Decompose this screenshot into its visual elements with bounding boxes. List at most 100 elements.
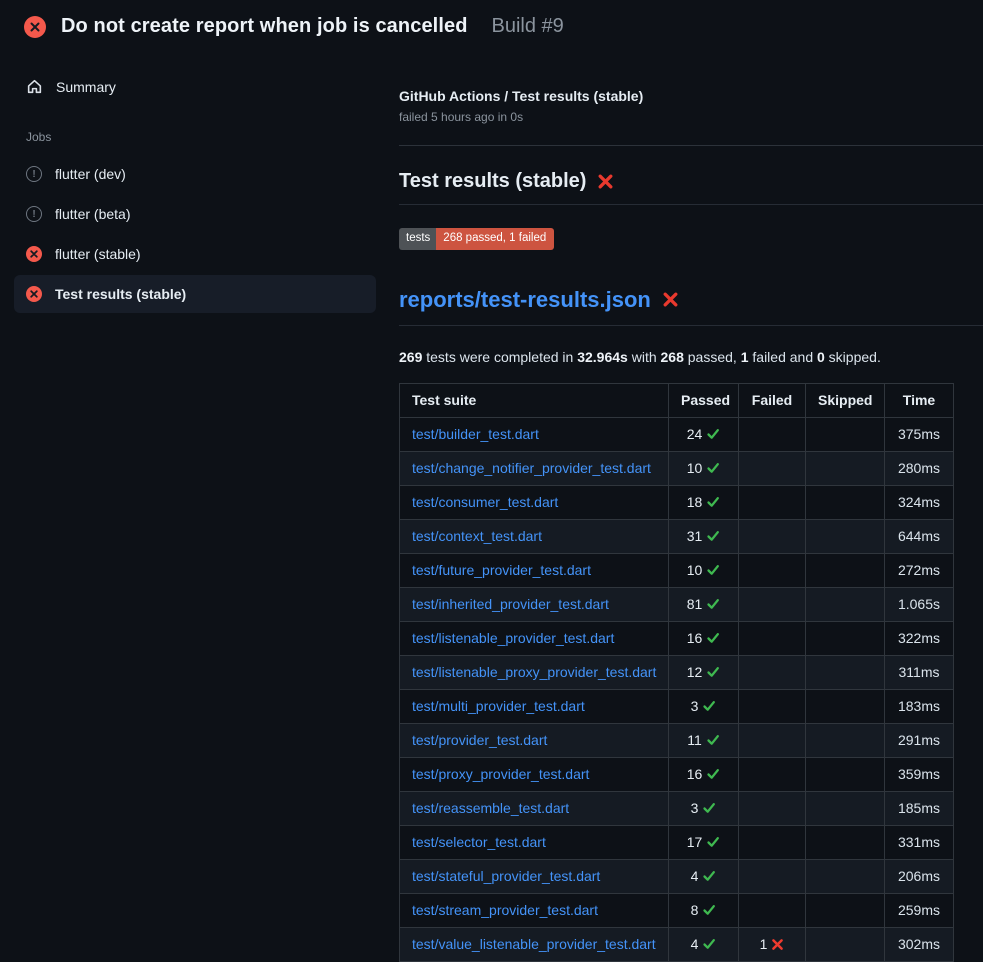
table-row: test/selector_test.dart 17 331ms xyxy=(400,825,954,859)
failed-status-icon xyxy=(26,246,42,262)
passed-value: 12 xyxy=(687,664,703,680)
build-results-page: Do not create report when job is cancell… xyxy=(0,0,983,950)
check-icon xyxy=(706,529,720,543)
summary-text-segment: tests were completed in xyxy=(422,349,577,365)
passed-value: 8 xyxy=(691,902,699,918)
time-value: 331ms xyxy=(885,825,954,859)
skipped-count: 0 xyxy=(817,349,825,365)
passed-value: 17 xyxy=(687,834,703,850)
duration-value: 32.964s xyxy=(577,349,628,365)
check-icon xyxy=(706,461,720,475)
time-value: 259ms xyxy=(885,893,954,927)
table-row: test/listenable_proxy_provider_test.dart… xyxy=(400,655,954,689)
passed-count: 268 xyxy=(661,349,684,365)
cancelled-status-icon: ! xyxy=(26,206,42,222)
time-value: 322ms xyxy=(885,621,954,655)
passed-value: 11 xyxy=(687,732,702,748)
report-file-link[interactable]: reports/test-results.json xyxy=(399,287,651,313)
column-header-test-suite: Test suite xyxy=(400,383,669,417)
passed-value: 24 xyxy=(687,426,703,442)
sidebar-job-item[interactable]: ! flutter (dev) xyxy=(14,155,376,193)
passed-value: 10 xyxy=(687,562,703,578)
badge-label: tests xyxy=(399,228,436,250)
page-title: Do not create report when job is cancell… xyxy=(61,15,468,38)
table-row: test/value_listenable_provider_test.dart… xyxy=(400,927,954,961)
test-suite-link[interactable]: test/stateful_provider_test.dart xyxy=(412,868,600,884)
table-row: test/proxy_provider_test.dart 16 359ms xyxy=(400,757,954,791)
test-suite-link[interactable]: test/proxy_provider_test.dart xyxy=(412,766,589,782)
summary-text-segment: passed, xyxy=(684,349,741,365)
report-heading: reports/test-results.json xyxy=(399,287,983,326)
table-row: test/multi_provider_test.dart 3 183ms xyxy=(400,689,954,723)
test-suite-link[interactable]: test/multi_provider_test.dart xyxy=(412,698,585,714)
test-suite-link[interactable]: test/change_notifier_provider_test.dart xyxy=(412,460,651,476)
test-suite-link[interactable]: test/listenable_proxy_provider_test.dart xyxy=(412,664,656,680)
time-value: 291ms xyxy=(885,723,954,757)
passed-value: 18 xyxy=(687,494,703,510)
test-suite-link[interactable]: test/context_test.dart xyxy=(412,528,542,544)
time-value: 185ms xyxy=(885,791,954,825)
passed-value: 16 xyxy=(687,766,703,782)
job-label: flutter (stable) xyxy=(55,246,141,262)
results-summary-sentence: 269 tests were completed in 32.964s with… xyxy=(399,349,983,365)
main-content: GitHub Actions / Test results (stable) f… xyxy=(390,50,983,962)
test-suite-link[interactable]: test/future_provider_test.dart xyxy=(412,562,591,578)
time-value: 280ms xyxy=(885,451,954,485)
sidebar-summary-label: Summary xyxy=(56,79,116,95)
home-icon xyxy=(26,78,43,95)
check-icon xyxy=(706,427,720,441)
column-header-passed: Passed xyxy=(669,383,739,417)
table-row: test/provider_test.dart 11 291ms xyxy=(400,723,954,757)
table-header-row: Test suite Passed Failed Skipped Time xyxy=(400,383,954,417)
passed-value: 16 xyxy=(687,630,703,646)
table-row: test/reassemble_test.dart 3 185ms xyxy=(400,791,954,825)
check-icon xyxy=(706,665,720,679)
cancelled-status-icon: ! xyxy=(26,166,42,182)
sidebar-item-summary[interactable]: Summary xyxy=(14,69,376,104)
table-row: test/change_notifier_provider_test.dart … xyxy=(400,451,954,485)
passed-value: 3 xyxy=(691,800,699,816)
total-count: 269 xyxy=(399,349,422,365)
passed-value: 4 xyxy=(691,868,699,884)
breadcrumb: GitHub Actions / Test results (stable) xyxy=(399,88,983,104)
sidebar-job-item[interactable]: ! Test results (stable) xyxy=(14,275,376,313)
summary-text-segment: skipped. xyxy=(825,349,881,365)
section-heading: Test results (stable) xyxy=(399,170,983,205)
time-value: 206ms xyxy=(885,859,954,893)
check-icon xyxy=(702,937,716,951)
table-row: test/stateful_provider_test.dart 4 206ms xyxy=(400,859,954,893)
table-row: test/future_provider_test.dart 10 272ms xyxy=(400,553,954,587)
test-suite-link[interactable]: test/listenable_provider_test.dart xyxy=(412,630,614,646)
table-row: test/listenable_provider_test.dart 16 32… xyxy=(400,621,954,655)
sidebar: Summary Jobs ! flutter (dev) ! flutter (… xyxy=(0,50,390,315)
time-value: 324ms xyxy=(885,485,954,519)
column-header-failed: Failed xyxy=(739,383,806,417)
test-suite-link[interactable]: test/builder_test.dart xyxy=(412,426,539,442)
time-value: 302ms xyxy=(885,927,954,961)
passed-value: 81 xyxy=(687,596,703,612)
check-icon xyxy=(702,903,716,917)
time-value: 183ms xyxy=(885,689,954,723)
test-suite-link[interactable]: test/stream_provider_test.dart xyxy=(412,902,598,918)
jobs-list: ! flutter (dev) ! flutter (beta) ! flutt… xyxy=(0,155,390,313)
passed-value: 31 xyxy=(687,528,703,544)
check-icon xyxy=(702,801,716,815)
job-label: Test results (stable) xyxy=(55,286,186,302)
jobs-section-label: Jobs xyxy=(0,104,390,153)
test-suite-link[interactable]: test/selector_test.dart xyxy=(412,834,546,850)
cross-mark-icon xyxy=(597,173,614,190)
test-suite-link[interactable]: test/provider_test.dart xyxy=(412,732,547,748)
test-suite-link[interactable]: test/reassemble_test.dart xyxy=(412,800,569,816)
table-row: test/builder_test.dart 24 375ms xyxy=(400,417,954,451)
cross-mark-icon xyxy=(662,291,679,308)
sidebar-job-item[interactable]: ! flutter (stable) xyxy=(14,235,376,273)
test-suite-link[interactable]: test/inherited_provider_test.dart xyxy=(412,596,609,612)
table-row: test/inherited_provider_test.dart 81 1.0… xyxy=(400,587,954,621)
sidebar-job-item[interactable]: ! flutter (beta) xyxy=(14,195,376,233)
divider xyxy=(399,145,983,146)
test-suite-link[interactable]: test/consumer_test.dart xyxy=(412,494,558,510)
table-row: test/context_test.dart 31 644ms xyxy=(400,519,954,553)
check-icon xyxy=(706,495,720,509)
check-icon xyxy=(702,699,716,713)
table-row: test/stream_provider_test.dart 8 259ms xyxy=(400,893,954,927)
